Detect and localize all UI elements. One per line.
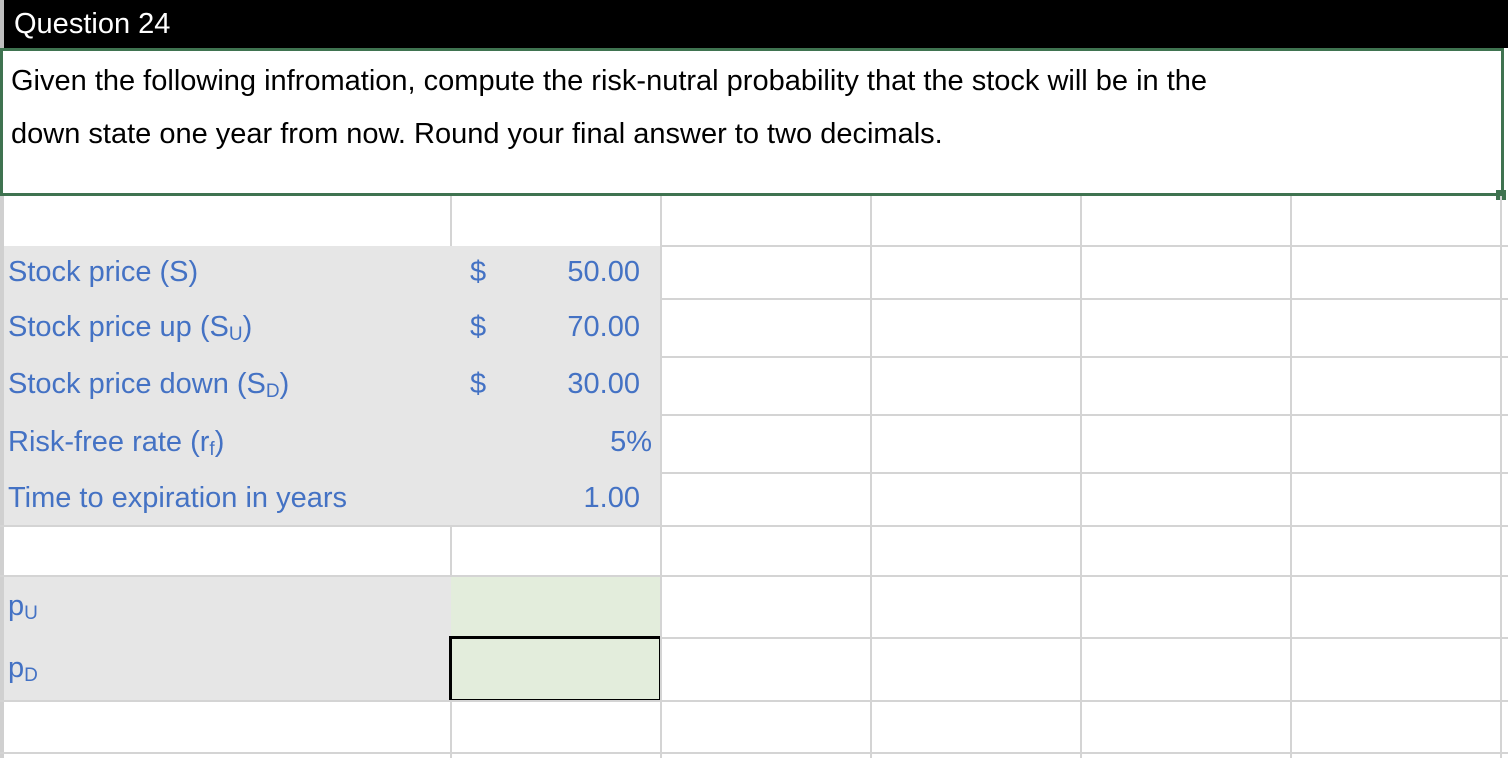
gridline [660,196,662,758]
currency-symbol: $ [470,368,487,400]
gridline [661,245,1508,247]
gridline [0,575,1508,577]
input-label-stock-price-up: Stock price up (SU) [8,311,253,345]
question-text-line-1: Given the following infromation, compute… [11,65,1208,97]
question-title-bar: Question 24 [0,0,1508,48]
input-value-stock-price[interactable]: 50.00 [567,256,640,289]
input-label-risk-free-rate: Risk-free rate (rf) [8,426,225,460]
gridline [661,356,1508,358]
currency-symbol: $ [470,311,487,343]
gridline [661,472,1508,474]
currency-symbol: $ [470,256,487,288]
input-label-stock-price-down: Stock price down (SD) [8,368,290,402]
pu-answer-cell[interactable] [451,576,661,637]
input-label-time-to-expiration: Time to expiration in years [8,482,348,514]
gridline [870,196,872,758]
pd-answer-cell[interactable] [449,636,662,702]
gridline [661,414,1508,416]
gridline [1290,196,1292,758]
question-text-cell[interactable]: Given the following infromation, compute… [0,48,1504,196]
input-value-time-to-expiration[interactable]: 1.00 [584,482,640,515]
input-value-stock-price-down[interactable]: 30.00 [567,368,640,401]
outputs-label-block [4,576,451,700]
input-value-risk-free-rate[interactable]: 5% [610,426,652,459]
gridline [1500,196,1502,758]
gridline [1080,196,1082,758]
gridline [0,700,1508,702]
input-value-stock-price-up[interactable]: 70.00 [567,311,640,344]
question-text-line-2: down state one year from now. Round your… [11,118,943,150]
gridline [661,637,1508,639]
question-title: Question 24 [14,8,171,40]
input-label-stock-price: Stock price (S) [8,256,199,288]
gridline [0,525,1508,527]
gridline [450,196,452,246]
gridline [450,526,452,576]
gridline [661,298,1508,300]
output-label-pd: pD [8,652,38,686]
gridline [0,752,1508,754]
gridline [450,700,452,758]
output-label-pu: pU [8,590,38,624]
